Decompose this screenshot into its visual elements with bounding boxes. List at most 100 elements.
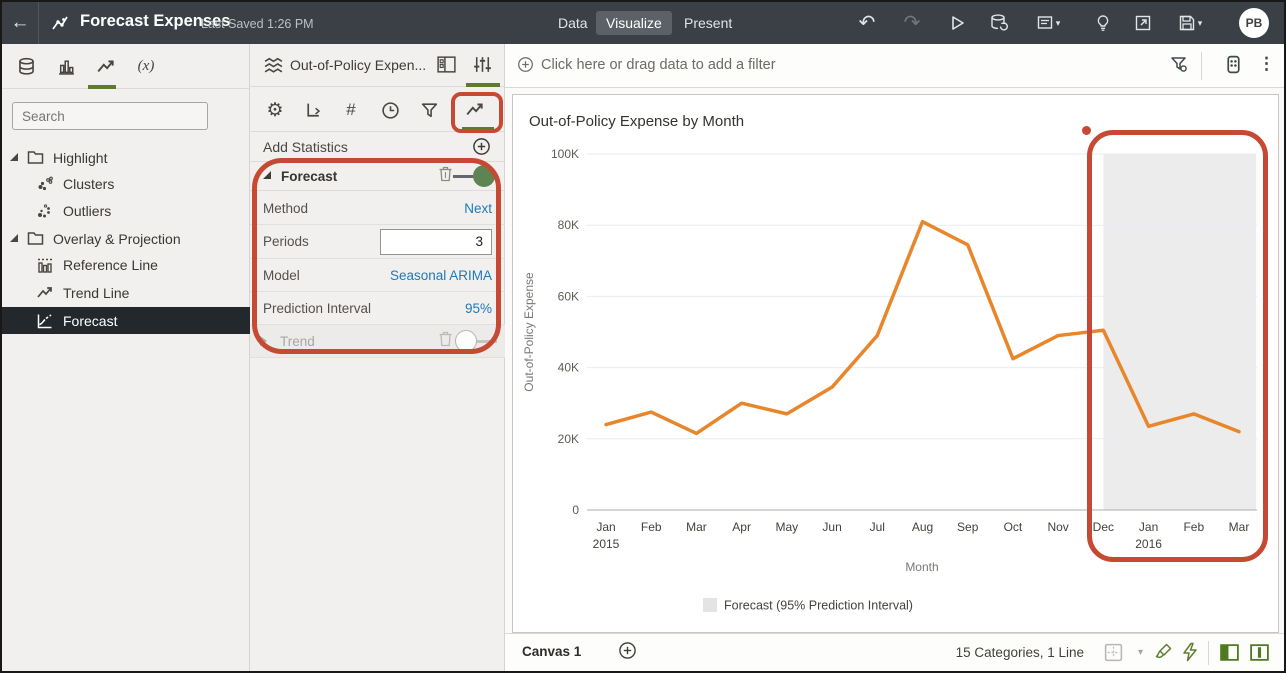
- add-statistics-button[interactable]: [472, 137, 491, 161]
- expand-icon[interactable]: [260, 336, 272, 346]
- parameters-tab[interactable]: (x): [126, 44, 166, 89]
- x-tick-label: Aug: [912, 520, 933, 534]
- refresh-data-button[interactable]: [982, 2, 1016, 44]
- forecast-toggle[interactable]: [455, 165, 495, 187]
- y-tick-label: 60K: [558, 289, 579, 303]
- redo-button[interactable]: ↷: [895, 2, 929, 44]
- trend-section-header[interactable]: Trend: [250, 325, 505, 358]
- data-tab[interactable]: [6, 44, 46, 89]
- number-format-icon[interactable]: #: [338, 97, 364, 123]
- filter-properties-icon[interactable]: [416, 97, 442, 123]
- periods-input[interactable]: [380, 229, 492, 255]
- line-chart-visualization[interactable]: Out-of-Policy Expense by Month 020K40K60…: [512, 94, 1279, 633]
- canvas-status-text: 15 Categories, 1 Line: [956, 645, 1084, 660]
- back-button[interactable]: ←: [2, 2, 39, 44]
- general-gear-icon[interactable]: ⚙: [262, 97, 288, 123]
- tree-item-outliers[interactable]: Outliers: [2, 197, 250, 224]
- undo-button[interactable]: ↶: [850, 2, 884, 44]
- comments-button[interactable]: ▾: [1026, 2, 1070, 44]
- forecast-section-header[interactable]: Forecast: [250, 161, 505, 191]
- folder-icon: [26, 150, 44, 165]
- tree-folder-overlay-projection[interactable]: Overlay & Projection: [2, 225, 250, 252]
- auto-insights-bolt-button[interactable]: [1180, 642, 1200, 667]
- method-row: Method Next: [250, 192, 505, 225]
- app-window: ← Forecast Expenses Last Saved 1:26 PM D…: [0, 0, 1286, 673]
- filter-settings-icon[interactable]: [1169, 54, 1189, 79]
- add-canvas-button[interactable]: [618, 641, 637, 665]
- reference-line-icon: [36, 256, 54, 274]
- header-bar: ← Forecast Expenses Last Saved 1:26 PM D…: [2, 2, 1284, 44]
- tab-present[interactable]: Present: [674, 11, 742, 35]
- trend-toggle[interactable]: [455, 330, 495, 352]
- expand-icon[interactable]: [10, 234, 18, 242]
- x-tick-label: Jan: [1139, 520, 1158, 534]
- save-button[interactable]: ▾: [1168, 2, 1212, 44]
- outliers-icon: [36, 202, 54, 220]
- tree-folder-highlight[interactable]: Highlight: [2, 144, 250, 171]
- filter-bar: Click here or drag data to add a filter …: [505, 44, 1284, 88]
- analytics-tab-underline: [88, 85, 116, 89]
- y-axis-title: Out-of-Policy Expense: [522, 272, 536, 392]
- tree-label: Outliers: [63, 203, 111, 219]
- legend-label: Forecast (95% Prediction Interval): [724, 599, 913, 613]
- add-statistics-label: Add Statistics: [263, 139, 348, 155]
- grid-layout-caret-icon[interactable]: ▾: [1138, 647, 1143, 658]
- tree-item-reference-line[interactable]: Reference Line: [2, 251, 250, 278]
- insights-bulb-button[interactable]: [1086, 2, 1120, 44]
- export-button[interactable]: [1126, 2, 1160, 44]
- expand-icon[interactable]: [10, 153, 18, 161]
- model-row: Model Seasonal ARIMA: [250, 259, 505, 292]
- search-input[interactable]: [13, 103, 207, 129]
- divider: [1201, 52, 1202, 80]
- tree-item-clusters[interactable]: Clusters: [2, 170, 250, 197]
- legend-swatch: [703, 598, 717, 612]
- x-tick-label: Feb: [641, 520, 662, 534]
- tree-item-forecast[interactable]: Forecast: [2, 307, 250, 334]
- model-value[interactable]: Seasonal ARIMA: [390, 268, 492, 283]
- prediction-interval-row: Prediction Interval 95%: [250, 292, 505, 325]
- axis-icon[interactable]: [300, 97, 326, 123]
- grammar-panel-icon[interactable]: [436, 54, 457, 80]
- kebab-menu-icon[interactable]: ⋮: [1258, 54, 1275, 74]
- canvas-tab[interactable]: Canvas 1: [522, 644, 581, 659]
- tree-label: Overlay & Projection: [53, 231, 181, 247]
- panel-split-toggle-button[interactable]: [1249, 642, 1270, 668]
- x-tick-label: Jun: [822, 520, 841, 534]
- tab-data[interactable]: Data: [548, 11, 598, 35]
- analytics-tab[interactable]: [86, 44, 126, 89]
- delete-trend-icon[interactable]: [438, 331, 453, 352]
- data-panel: (x) Highlight Clusters Outliers: [2, 44, 250, 671]
- canvas-area: Click here or drag data to add a filter …: [505, 44, 1284, 671]
- add-filter-text: Click here or drag data to add a filter: [541, 57, 776, 73]
- panel-left-toggle-button[interactable]: [1219, 642, 1240, 668]
- date-time-icon[interactable]: [377, 97, 403, 123]
- y-tick-label: 20K: [558, 432, 579, 446]
- method-value[interactable]: Next: [464, 201, 492, 216]
- grid-layout-button[interactable]: [1103, 642, 1124, 668]
- delete-forecast-icon[interactable]: [438, 166, 453, 187]
- canvas-style-brush-button[interactable]: [1154, 642, 1174, 667]
- data-panel-tabs: (x): [2, 44, 249, 89]
- canvas-bottom-bar: Canvas 1 15 Categories, 1 Line ▾: [505, 633, 1284, 671]
- analytics-properties-icon[interactable]: [462, 97, 488, 123]
- tree-label: Highlight: [53, 150, 107, 166]
- tree-label: Trend Line: [63, 285, 129, 301]
- last-saved-status: Last Saved 1:26 PM: [201, 17, 314, 31]
- prediction-interval-value[interactable]: 95%: [465, 301, 492, 316]
- forecast-section-title: Forecast: [281, 169, 337, 184]
- properties-panel: Out-of-Policy Expen... ⚙ #: [250, 44, 505, 671]
- properties-icons-row: ⚙ #: [250, 87, 504, 132]
- add-filter-prompt[interactable]: Click here or drag data to add a filter: [517, 56, 776, 73]
- expand-icon[interactable]: [263, 171, 271, 179]
- tab-visualize[interactable]: Visualize: [596, 11, 672, 35]
- tree-item-trend-line[interactable]: Trend Line: [2, 279, 250, 306]
- add-filter-plus-icon: [517, 56, 534, 73]
- x-tick-label: Sep: [957, 520, 979, 534]
- user-avatar[interactable]: PB: [1239, 8, 1269, 38]
- viz-status-icon[interactable]: [1223, 54, 1244, 80]
- preview-button[interactable]: [940, 2, 974, 44]
- visualizations-tab[interactable]: [46, 44, 86, 89]
- x-tick-label: Mar: [1229, 520, 1250, 534]
- x-tick-label: Mar: [686, 520, 707, 534]
- properties-sliders-icon[interactable]: [472, 54, 493, 80]
